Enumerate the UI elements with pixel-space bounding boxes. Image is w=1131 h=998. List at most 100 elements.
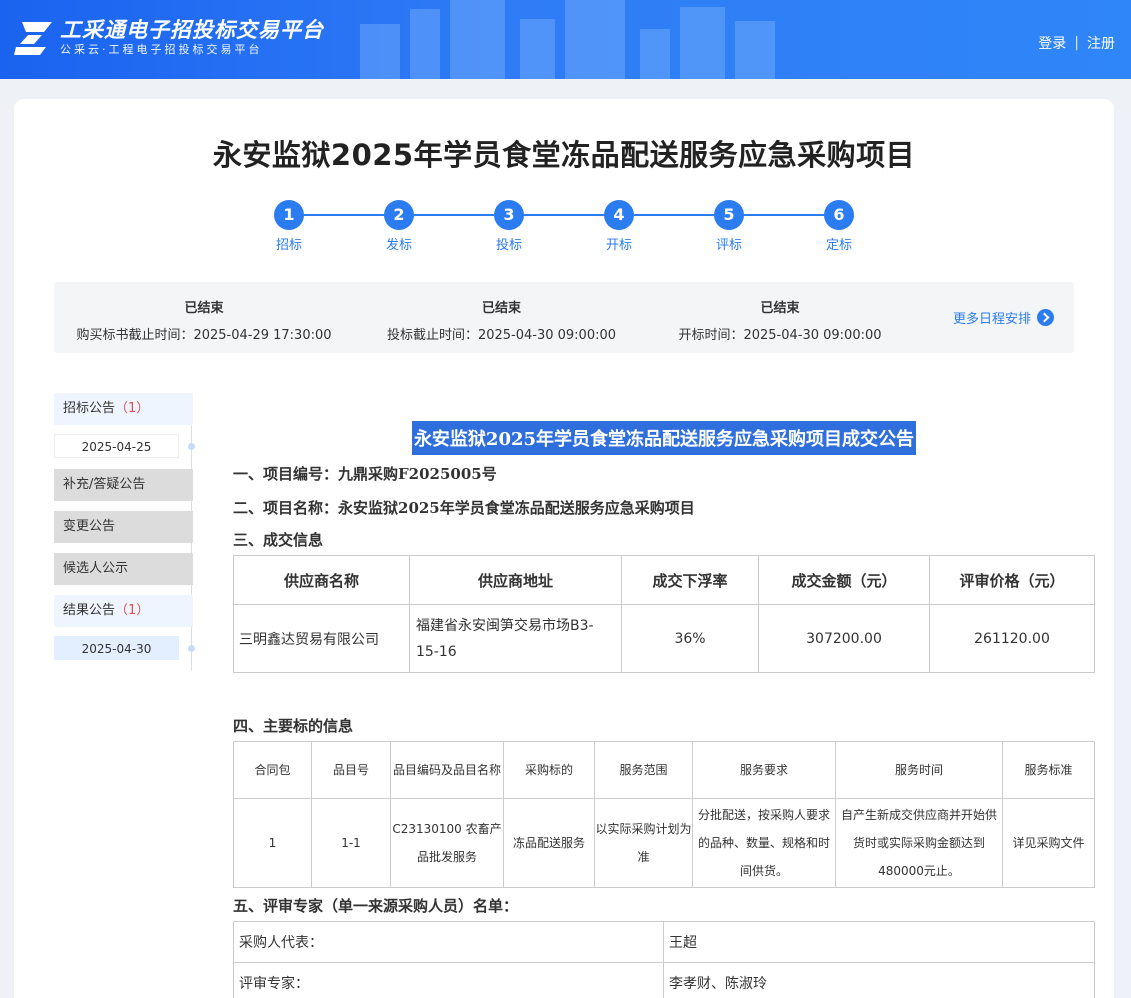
schedule-text: 开标时间：2025-04-30 09:00:00 bbox=[678, 328, 882, 343]
logo-icon bbox=[14, 18, 54, 58]
step-number: 5 bbox=[714, 200, 744, 230]
timeline-dot bbox=[188, 645, 195, 652]
schedule-text: 购买标书截止时间：2025-04-29 17:30:00 bbox=[76, 328, 332, 343]
table-row: 采购人代表： 王超 bbox=[233, 921, 1095, 963]
review-price: 261120.00 bbox=[929, 604, 1095, 673]
notice-count: （1） bbox=[115, 401, 150, 416]
item-number: 1-1 bbox=[311, 798, 391, 888]
table-header: 服务范围 bbox=[594, 741, 693, 799]
item-code-name: C23130100 农畜产品批发服务 bbox=[390, 798, 504, 888]
sidebar-item-label: 结果公告 bbox=[63, 603, 116, 618]
table-header: 采购标的 bbox=[503, 741, 595, 799]
role-label: 采购人代表： bbox=[233, 921, 664, 963]
section-review-experts: 五、评审专家（单一来源采购人员）名单： bbox=[233, 897, 519, 915]
sidebar-item-bid-notice[interactable]: 招标公告（1） bbox=[54, 393, 193, 425]
doc-title: 永安监狱2025年学员食堂冻品配送服务应急采购项目成交公告 bbox=[411, 421, 917, 455]
deal-info-table: 供应商名称 供应商地址 成交下浮率 成交金额（元） 评审价格（元） 三明鑫达贸易… bbox=[233, 555, 1095, 673]
table-row: 三明鑫达贸易有限公司 福建省永安闽笋交易市场B3-15-16 36% 30720… bbox=[233, 604, 1095, 673]
logo-subtitle: 公采云·工程电子招投标交易平台 bbox=[60, 43, 263, 56]
step-4[interactable]: 4 开标 bbox=[589, 200, 649, 253]
step-label: 发标 bbox=[385, 238, 412, 253]
table-header: 成交金额（元） bbox=[758, 555, 930, 605]
table-header-row: 合同包 品目号 品目编码及品目名称 采购标的 服务范围 服务要求 服务时间 服务… bbox=[233, 741, 1095, 799]
section-project-name: 二、项目名称：永安监狱2025年学员食堂冻品配送服务应急采购项目 bbox=[233, 499, 695, 517]
step-label: 招标 bbox=[275, 238, 302, 253]
main-items-table: 合同包 品目号 品目编码及品目名称 采购标的 服务范围 服务要求 服务时间 服务… bbox=[233, 741, 1095, 888]
deal-amount: 307200.00 bbox=[758, 604, 930, 673]
timeline-dot bbox=[188, 443, 195, 450]
sidebar-item-supplement[interactable]: 补充/答疑公告 bbox=[54, 469, 193, 501]
table-header: 品目号 bbox=[311, 741, 391, 799]
service-scope: 以实际采购计划为准 bbox=[594, 798, 693, 888]
step-3[interactable]: 3 投标 bbox=[479, 200, 539, 253]
arrow-right-circle-icon bbox=[1037, 309, 1054, 326]
table-header: 合同包 bbox=[233, 741, 312, 799]
step-number: 4 bbox=[604, 200, 634, 230]
contract-package: 1 bbox=[233, 798, 312, 888]
auth-links: 登录 | 注册 bbox=[1038, 33, 1115, 53]
login-link[interactable]: 登录 bbox=[1038, 33, 1066, 53]
section-main-items: 四、主要标的信息 bbox=[233, 717, 354, 735]
table-header: 服务要求 bbox=[692, 741, 836, 799]
sidebar-item-label: 招标公告 bbox=[63, 401, 116, 416]
schedule-text: 投标截止时间：2025-04-30 09:00:00 bbox=[386, 328, 617, 343]
step-number: 3 bbox=[494, 200, 524, 230]
schedule-panel: 已结束 购买标书截止时间：2025-04-29 17:30:00 已结束 投标截… bbox=[54, 282, 1074, 353]
schedule-item-opening: 已结束 开标时间：2025-04-30 09:00:00 bbox=[674, 297, 886, 343]
role-value: 王超 bbox=[663, 921, 1095, 963]
role-label: 评审专家： bbox=[233, 962, 664, 998]
section-project-number: 一、项目编号：九鼎采购F2025005号 bbox=[233, 465, 497, 483]
step-2[interactable]: 2 发标 bbox=[369, 200, 429, 253]
schedule-status: 已结束 bbox=[184, 301, 224, 316]
step-number: 6 bbox=[824, 200, 854, 230]
table-header: 服务时间 bbox=[835, 741, 1003, 799]
bid-notice-date[interactable]: 2025-04-25 bbox=[54, 434, 179, 458]
table-header: 供应商地址 bbox=[409, 555, 622, 605]
main-card: 永安监狱2025年学员食堂冻品配送服务应急采购项目 1 招标 2 发标 3 投标… bbox=[14, 99, 1114, 998]
schedule-item-bid-deadline: 已结束 投标截止时间：2025-04-30 09:00:00 bbox=[384, 297, 619, 343]
register-link[interactable]: 注册 bbox=[1087, 33, 1115, 53]
table-header: 品目编码及品目名称 bbox=[390, 741, 504, 799]
table-header: 评审价格（元） bbox=[929, 555, 1095, 605]
step-number: 2 bbox=[384, 200, 414, 230]
schedule-item-purchase: 已结束 购买标书截止时间：2025-04-29 17:30:00 bbox=[74, 297, 334, 343]
table-header: 服务标准 bbox=[1002, 741, 1095, 799]
step-6[interactable]: 6 定标 bbox=[809, 200, 869, 253]
auth-separator: | bbox=[1074, 35, 1079, 51]
service-time: 自产生新成交供应商并开始供货时或实际采购金额达到480000元止。 bbox=[835, 798, 1003, 888]
doc-title-row: 永安监狱2025年学员食堂冻品配送服务应急采购项目成交公告 bbox=[233, 421, 1095, 455]
skyline-decoration bbox=[360, 0, 790, 79]
sidebar-item-candidate[interactable]: 候选人公示 bbox=[54, 553, 193, 585]
step-label: 评标 bbox=[715, 238, 742, 253]
step-number: 1 bbox=[274, 200, 304, 230]
step-5[interactable]: 5 评标 bbox=[699, 200, 759, 253]
more-schedule-label: 更多日程安排 bbox=[952, 312, 1031, 327]
supplier-address: 福建省永安闽笋交易市场B3-15-16 bbox=[409, 604, 622, 673]
result-notice-date[interactable]: 2025-04-30 bbox=[54, 636, 179, 660]
table-header: 供应商名称 bbox=[233, 555, 410, 605]
logo-title: 工采通电子招投标交易平台 bbox=[60, 18, 324, 42]
notice-count: （1） bbox=[115, 603, 150, 618]
top-bar: 工采通电子招投标交易平台 公采云·工程电子招投标交易平台 登录 | 注册 bbox=[0, 0, 1131, 79]
step-label: 投标 bbox=[495, 238, 522, 253]
step-label: 开标 bbox=[605, 238, 632, 253]
table-header-row: 供应商名称 供应商地址 成交下浮率 成交金额（元） 评审价格（元） bbox=[233, 555, 1095, 605]
schedule-status: 已结束 bbox=[481, 301, 521, 316]
discount-rate: 36% bbox=[621, 604, 759, 673]
step-1[interactable]: 1 招标 bbox=[259, 200, 319, 253]
table-row: 评审专家： 李孝财、陈淑玲 bbox=[233, 962, 1095, 998]
review-experts-table: 采购人代表： 王超 评审专家： 李孝财、陈淑玲 bbox=[233, 921, 1095, 998]
section-deal-info: 三、成交信息 bbox=[233, 531, 324, 549]
project-title: 永安监狱2025年学员食堂冻品配送服务应急采购项目 bbox=[212, 138, 916, 172]
procurement-subject: 冻品配送服务 bbox=[503, 798, 595, 888]
role-value: 李孝财、陈淑玲 bbox=[663, 962, 1095, 998]
table-row: 1 1-1 C23130100 农畜产品批发服务 冻品配送服务 以实际采购计划为… bbox=[233, 798, 1095, 888]
schedule-status: 已结束 bbox=[760, 301, 800, 316]
more-schedule-link[interactable]: 更多日程安排 bbox=[953, 308, 1054, 327]
step-label: 定标 bbox=[825, 238, 852, 253]
platform-logo[interactable]: 工采通电子招投标交易平台 公采云·工程电子招投标交易平台 bbox=[14, 17, 324, 59]
sidebar-item-change[interactable]: 变更公告 bbox=[54, 511, 193, 543]
sidebar-item-result[interactable]: 结果公告（1） bbox=[54, 595, 193, 627]
service-standard: 详见采购文件 bbox=[1002, 798, 1095, 888]
service-requirement: 分批配送，按采购人要求的品种、数量、规格和时间供货。 bbox=[692, 798, 836, 888]
